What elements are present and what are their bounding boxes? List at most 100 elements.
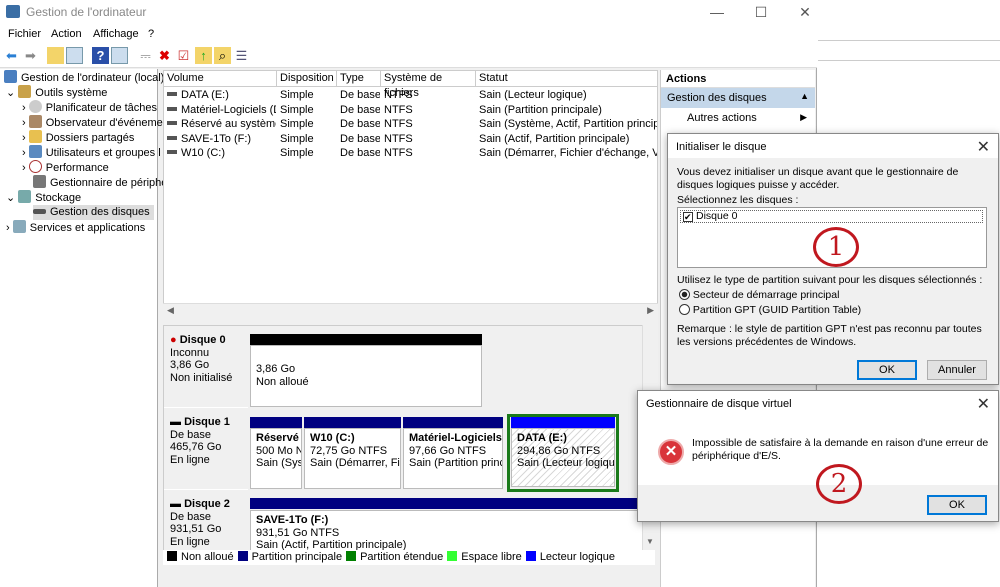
- error-ok-button[interactable]: OK: [927, 495, 987, 515]
- menu-fichier[interactable]: Fichier: [8, 28, 41, 40]
- option-label: Secteur de démarrage principal: [692, 289, 840, 301]
- partition-w10[interactable]: W10 (C:)72,75 Go NTFSSain (Démarrer, Fic…: [304, 428, 401, 489]
- maximize-button[interactable]: ☐: [739, 0, 783, 24]
- radio-mbr[interactable]: Secteur de démarrage principal: [679, 289, 839, 301]
- up-folder-icon[interactable]: [47, 47, 64, 64]
- disk-0-label[interactable]: ● Disque 0 Inconnu 3,86 Go Non initialisé: [164, 330, 248, 408]
- help-icon[interactable]: ?: [92, 47, 109, 64]
- checkbox-icon[interactable]: ✔: [683, 212, 693, 222]
- tools-icon: [18, 85, 32, 98]
- partition-data[interactable]: DATA (E:) 294,86 Go NTFS Sain (Lecteur log…: [511, 428, 615, 487]
- disk-type: De base: [170, 428, 211, 441]
- volume-label: SAVE-1To (F:): [181, 132, 252, 145]
- volume-cell: NTFS: [384, 89, 413, 101]
- col-type[interactable]: Type: [337, 71, 381, 87]
- tree-item-gestion-disques[interactable]: Gestion des disques: [33, 205, 154, 220]
- tree-item-performance[interactable]: › Performance: [22, 160, 109, 175]
- background-window-edge: [818, 60, 1000, 61]
- connect-icon[interactable]: ⎓: [137, 47, 154, 64]
- volume-label: Réservé au système: [181, 118, 276, 130]
- error-message: Impossible de satisfaire à la demande en…: [692, 437, 989, 462]
- legend: Non alloué Partition principale Partition …: [163, 550, 655, 565]
- menu-action[interactable]: Action: [51, 28, 82, 40]
- device-manager-icon: [33, 175, 46, 188]
- legend-label: Espace libre: [461, 551, 522, 563]
- tree-item-peripheriques[interactable]: Gestionnaire de périphé: [33, 175, 167, 190]
- show-hide-action-pane-icon[interactable]: [111, 47, 128, 64]
- tree-item-observateur[interactable]: › Observateur d'événeme: [22, 115, 163, 130]
- volume-cell: NTFS: [384, 147, 413, 159]
- users-icon: [28, 145, 42, 158]
- tree-item-outils-systeme[interactable]: ⌄ Outils système: [6, 85, 107, 100]
- autres-actions[interactable]: Autres actions ▶: [661, 108, 815, 128]
- tree-item-services[interactable]: › Services et applications: [6, 220, 145, 235]
- services-icon: [12, 220, 26, 233]
- col-disposition[interactable]: Disposition: [277, 71, 337, 87]
- close-icon[interactable]: ✕: [977, 137, 990, 157]
- volume-name[interactable]: W10 (C:): [167, 146, 276, 160]
- disk-item-label: Disque 0: [696, 210, 738, 222]
- toolbar: ⬅ ➡ ? ⎓ ✖ ☑ ↑ ⌕ ☰: [0, 44, 817, 68]
- actions-section[interactable]: Gestion des disques ▲: [661, 88, 815, 108]
- search-icon[interactable]: ⌕: [214, 47, 231, 64]
- tree-label: Gestion des disques: [50, 206, 150, 218]
- cancel-button[interactable]: Annuler: [927, 360, 987, 380]
- list-view-icon[interactable]: ☰: [233, 47, 250, 64]
- show-hide-tree-icon[interactable]: [66, 47, 83, 64]
- partition-size: 500 Mo NTFS: [256, 444, 301, 457]
- disk-list-item[interactable]: ✔ Disque 0: [680, 210, 983, 223]
- window-title: Gestion de l'ordinateur: [26, 5, 147, 19]
- partition-materiel[interactable]: Matériel-Logiciels (D:)97,66 Go NTFSSain…: [403, 428, 503, 489]
- menu-help[interactable]: ?: [148, 28, 154, 40]
- note-text: Remarque : le style de partition GPT n'e…: [677, 323, 982, 348]
- radio-gpt[interactable]: Partition GPT (GUID Partition Table): [679, 304, 861, 316]
- close-icon[interactable]: ✕: [977, 394, 990, 414]
- radio-selected-icon: [679, 289, 690, 300]
- tree-root[interactable]: Gestion de l'ordinateur (local): [4, 70, 164, 85]
- ok-button[interactable]: OK: [857, 360, 917, 380]
- tree-item-planificateur[interactable]: › Planificateur de tâches: [22, 100, 157, 115]
- shared-folder-icon: [28, 130, 42, 143]
- minimize-button[interactable]: —: [695, 0, 739, 24]
- partition-title: DATA (E:): [517, 432, 567, 444]
- tree-item-stockage[interactable]: ⌄ Stockage: [6, 190, 81, 205]
- forward-icon[interactable]: ➡: [22, 47, 39, 64]
- disk-1-label[interactable]: ▬ Disque 1 De base 465,76 Go En ligne: [164, 412, 248, 490]
- col-fs[interactable]: Système de fichiers: [381, 71, 476, 99]
- back-icon[interactable]: ⬅: [3, 47, 20, 64]
- legend-label: Non alloué: [181, 551, 234, 563]
- tree-label: Gestion de l'ordinateur (local): [21, 72, 165, 84]
- partition-size: 97,66 Go NTFS: [409, 444, 487, 457]
- volume-cell: De base: [340, 103, 380, 116]
- col-volume[interactable]: Volume: [164, 71, 277, 87]
- volume-name[interactable]: DATA (E:): [167, 88, 276, 102]
- menu-affichage[interactable]: Affichage: [93, 28, 139, 40]
- more-label: Autres actions: [687, 112, 757, 124]
- close-button[interactable]: ✕: [783, 0, 827, 24]
- volume-cell: De base: [340, 118, 380, 130]
- disk-size: 3,86 Go: [170, 359, 210, 371]
- tree-item-utilisateurs[interactable]: › Utilisateurs et groupes l: [22, 145, 161, 160]
- partition-title: Réservé au système: [256, 432, 301, 444]
- dialog-title: Gestionnaire de disque virtuel: [646, 398, 792, 410]
- annotation-1: 1: [813, 227, 859, 267]
- export-icon[interactable]: ↑: [195, 47, 212, 64]
- volume-name[interactable]: Matériel-Logiciels (D:): [167, 103, 276, 117]
- disk-name: Disque 0: [179, 334, 226, 346]
- volume-label: W10 (C:): [181, 147, 225, 159]
- delete-icon[interactable]: ✖: [156, 47, 173, 64]
- col-statut[interactable]: Statut: [476, 71, 657, 87]
- horizontal-scrollbar[interactable]: ◀ ▶: [163, 303, 658, 318]
- legend-swatch: [167, 551, 177, 561]
- volume-name[interactable]: Réservé au système: [167, 117, 276, 131]
- tree-item-dossiers[interactable]: › Dossiers partagés: [22, 130, 134, 145]
- volume-name[interactable]: SAVE-1To (F:): [167, 132, 276, 146]
- properties-icon[interactable]: ☑: [175, 47, 192, 64]
- performance-icon: [28, 160, 42, 173]
- legend-label: Partition principale: [251, 551, 343, 563]
- volume-cell: NTFS: [384, 103, 413, 116]
- partition-disk0-unallocated[interactable]: 3,86 Go Non alloué: [250, 345, 482, 407]
- unallocated-bar: [250, 334, 482, 345]
- partition-reserve[interactable]: Réservé au système500 Mo NTFSSain (Systè…: [250, 428, 302, 489]
- volume-icon: [167, 106, 177, 111]
